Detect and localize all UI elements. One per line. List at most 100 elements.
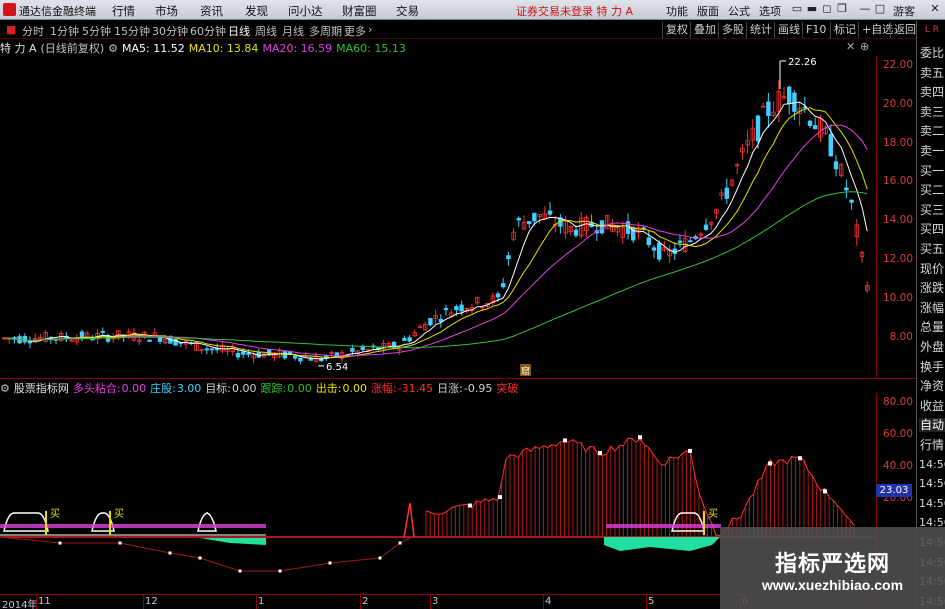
candle-down	[646, 237, 651, 246]
date-tick: 2	[362, 596, 369, 607]
menu-trade[interactable]: 交易	[396, 3, 419, 19]
period-tab-daily[interactable]: 日线	[228, 23, 250, 39]
ma5-value: MA5: 11.52	[122, 42, 185, 55]
period-tab-multi[interactable]: 多周期	[309, 23, 342, 39]
menu-formula[interactable]: 公式	[728, 3, 750, 19]
menu-options[interactable]: 选项	[759, 3, 781, 19]
period-tab-more[interactable]: 更多	[344, 23, 366, 39]
indicator-tick: 80.00	[882, 396, 913, 408]
candle-down	[350, 348, 355, 352]
close-icon[interactable]: ✕	[928, 3, 942, 16]
kline-chart[interactable]: 22.26 6.54 窟	[0, 56, 876, 378]
menu-discover[interactable]: 发现	[245, 3, 268, 19]
max-button-icon[interactable]: □	[873, 3, 887, 16]
candle-down	[787, 86, 792, 104]
menu-ask[interactable]: 问小达	[288, 3, 323, 19]
menu-market[interactable]: 行情	[112, 3, 135, 19]
date-tick-mark	[256, 595, 257, 609]
sidebar-item[interactable]: 买一	[919, 164, 945, 178]
candle-down	[204, 348, 209, 351]
menu-function[interactable]: 功能	[666, 3, 688, 19]
sidebar-item[interactable]: 换手	[919, 360, 945, 374]
window-icon[interactable]: ❐	[835, 3, 849, 16]
price-mode: (日线前复权)	[40, 42, 105, 55]
expand-icon[interactable]: ⊕	[860, 40, 869, 53]
sidebar-item[interactable]: 卖五	[919, 66, 945, 80]
candle-down	[235, 353, 241, 358]
date-tick: 3	[432, 596, 439, 607]
sidebar-item[interactable]: 收益	[919, 399, 945, 413]
high-price-label: 22.26	[788, 57, 817, 68]
period-tab-30min[interactable]: 30分钟	[152, 23, 188, 39]
btn-mark[interactable]: 标记	[830, 22, 859, 38]
tile-icon[interactable]: ▬	[805, 3, 819, 16]
indicator-negative-marker	[378, 556, 382, 560]
candle-down	[454, 306, 459, 311]
candle-down	[657, 242, 662, 260]
btn-restore-rights[interactable]: 复权	[662, 22, 691, 38]
settings-icon[interactable]: ⚙	[108, 42, 118, 55]
sidebar-item[interactable]: 14:56	[919, 497, 945, 511]
indicator-marker	[823, 489, 827, 494]
sidebar-item[interactable]: 行情	[919, 438, 945, 452]
sidebar-item[interactable]: 买三	[919, 203, 945, 217]
price-tick: 12.00	[882, 253, 913, 265]
candle-down	[651, 247, 657, 251]
indicator-negative-marker	[328, 561, 332, 565]
period-tab-weekly[interactable]: 周线	[255, 23, 277, 39]
period-tab-5min[interactable]: 5分钟	[82, 23, 111, 39]
sidebar-item[interactable]: 买五	[919, 242, 945, 256]
menu-wealth[interactable]: 财富圈	[342, 3, 377, 19]
price-tick: 8.00	[889, 330, 913, 343]
period-tab-1min[interactable]: 1分钟	[50, 23, 79, 39]
candle-down	[298, 357, 303, 362]
period-tab-monthly[interactable]: 月线	[282, 23, 304, 39]
sidebar-item[interactable]: 买四	[919, 222, 945, 236]
min-button-icon[interactable]: —	[858, 3, 872, 16]
sidebar-item[interactable]: 卖三	[919, 105, 945, 119]
sidebar-item[interactable]: 自动	[919, 418, 945, 433]
btn-f10[interactable]: F10	[802, 22, 829, 38]
chevron-right-icon[interactable]: ›	[368, 23, 372, 36]
sidebar-item[interactable]: 外盘	[919, 340, 945, 354]
sidebar-item[interactable]: 卖一	[919, 144, 945, 158]
btn-multi-stock[interactable]: 多股	[718, 22, 747, 38]
menu-market-center[interactable]: 市场	[155, 3, 178, 19]
sidebar-item[interactable]: 委比	[919, 46, 945, 60]
candle-down	[407, 337, 412, 342]
restore-icon[interactable]: ◻	[820, 3, 834, 16]
btn-draw[interactable]: 画线	[774, 22, 803, 38]
sidebar-item[interactable]: 涨幅	[919, 301, 945, 315]
menu-news[interactable]: 资讯	[200, 3, 223, 19]
price-tick: 22.00	[882, 59, 913, 71]
sidebar-item[interactable]: 14:56	[919, 477, 945, 491]
candle-down	[459, 304, 464, 312]
indicator-negative-marker	[168, 551, 172, 555]
period-tab-60min[interactable]: 60分钟	[190, 23, 226, 39]
signal-bump	[197, 512, 217, 532]
indicator-marker	[598, 451, 602, 455]
close-panel-icon[interactable]: ✕	[846, 40, 855, 53]
sidebar-item[interactable]: 涨跌	[919, 281, 945, 295]
sidebar-item[interactable]: 卖二	[919, 124, 945, 138]
sidebar-item[interactable]: 净资	[919, 379, 945, 393]
guest-label[interactable]: 游客	[893, 3, 915, 19]
candle-down	[500, 283, 506, 288]
menu-layout[interactable]: 版面	[697, 3, 719, 19]
sidebar-item[interactable]: 卖四	[919, 85, 945, 99]
minimize-icon[interactable]: ▭	[790, 3, 804, 16]
sidebar-item[interactable]: 14:56	[919, 458, 945, 472]
btn-back[interactable]: 返回	[890, 22, 919, 38]
btn-overlay[interactable]: 叠加	[690, 22, 719, 38]
date-tick-mark	[360, 595, 361, 609]
period-tab-15min[interactable]: 15分钟	[114, 23, 150, 39]
sidebar-item[interactable]: 买二	[919, 183, 945, 197]
sidebar-item[interactable]: 总量	[919, 320, 945, 334]
date-tick-mark	[430, 595, 431, 609]
date-tick-mark	[143, 595, 144, 609]
candle-down	[516, 217, 521, 221]
candle-down	[240, 351, 246, 355]
btn-statistics[interactable]: 统计	[746, 22, 775, 38]
period-tab-timeshare[interactable]: 分时	[22, 23, 44, 39]
sidebar-item[interactable]: 现价	[919, 262, 945, 276]
